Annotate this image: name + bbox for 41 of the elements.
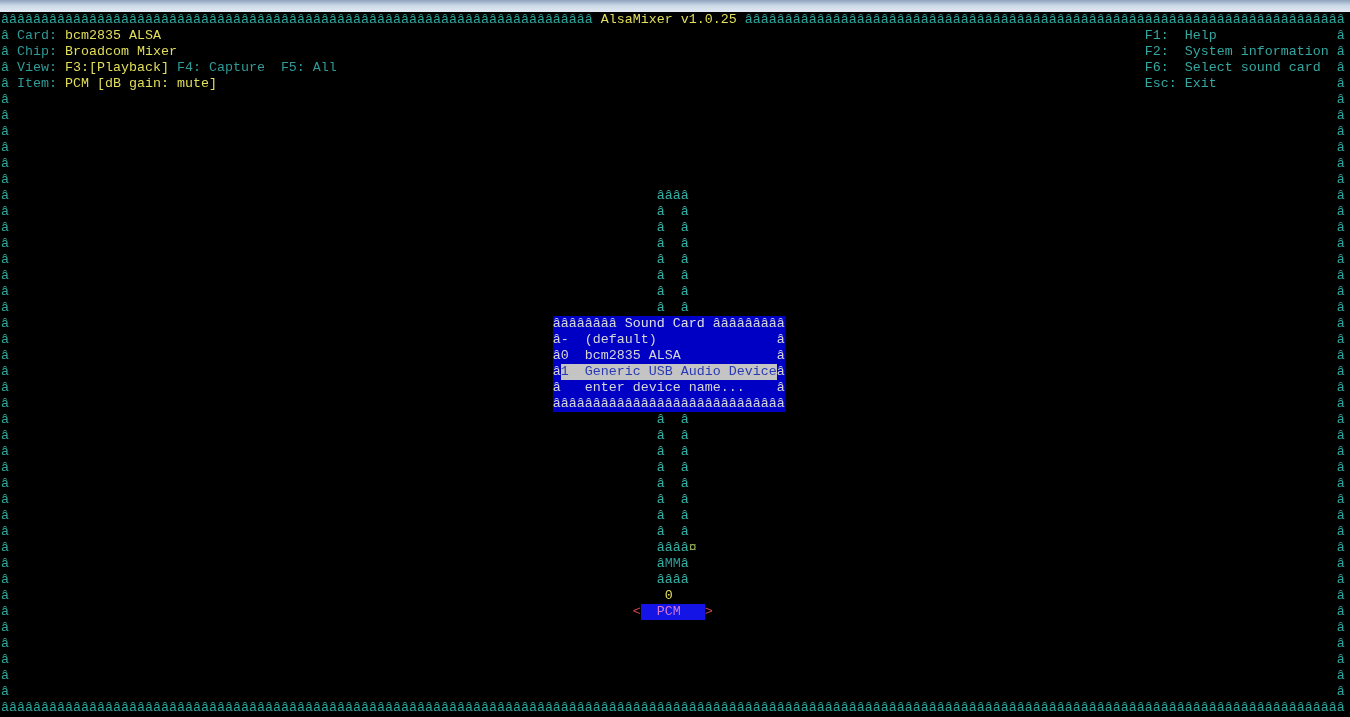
dialog-border: ââââââââ: [552, 316, 617, 332]
help-action: Help: [1184, 28, 1218, 44]
window-title: AlsaMixer v1.0.25: [600, 12, 737, 28]
view-tab[interactable]: F3:[Playback]: [64, 60, 169, 76]
control-name-tab[interactable]: PCM: [640, 604, 705, 620]
help-action: Select sound card: [1184, 60, 1322, 76]
volume-bar-frame: â: [656, 556, 665, 572]
right-arrow[interactable]: >: [704, 604, 713, 620]
volume-bar-frame: ââââ â â â â â â â â â â â â â â: [656, 188, 689, 316]
dialog-border: ââââ: [776, 332, 785, 396]
help-action: Exit: [1184, 76, 1218, 92]
frame-border: ââââââââââââââââââââââââââââââââââââââââââââââââââââââââââââââââââââââââââ: [1, 12, 593, 28]
info-label: Card:: [16, 28, 58, 44]
frame-border: âââââââââââââââââââââââââââââââââââââââââââââââââââââââââââââââââââââââââââ: [744, 12, 1345, 28]
left-arrow[interactable]: <: [632, 604, 641, 620]
sound-card-option[interactable]: enter device name...: [560, 380, 777, 396]
dialog-title: Sound Card: [624, 316, 705, 332]
mute-indicator: MM: [664, 556, 681, 572]
frame-border: ââââââââââââââââââââââââââââââââââââââââââââââââââââââââââââââââââââââââââââââââââââââââââââââââââââââââââââââââââââââââââââââââââââââââââââââââââââââââââââââââââââââââ: [1, 700, 1345, 716]
key-label: Esc:: [1144, 76, 1178, 92]
sound-card-option[interactable]: 0 bcm2835 ALSA: [560, 348, 777, 364]
key-label: F6:: [1144, 60, 1170, 76]
dialog-border: âââââââââ: [712, 316, 785, 332]
volume-bar-frame: ââââ: [656, 572, 689, 588]
info-value: Broadcom Mixer: [64, 44, 177, 60]
info-label: Chip:: [16, 44, 58, 60]
gauge-marker: ¤: [688, 540, 697, 556]
info-label: View:: [16, 60, 58, 76]
volume-value: 0: [664, 588, 673, 604]
key-label: F2:: [1144, 44, 1170, 60]
info-value: PCM [dB gain: mute]: [64, 76, 217, 92]
help-action: System information: [1184, 44, 1329, 60]
key-label: F1:: [1144, 28, 1170, 44]
volume-bar-frame: â: [680, 556, 689, 572]
frame-border: ââââââââââââââââââââââââââââââââââââââââââ: [1336, 28, 1345, 700]
dialog-border: âââââââââââââââââââââââââââââ: [552, 396, 785, 412]
view-tab[interactable]: F5: All: [280, 60, 345, 76]
info-label: Item:: [16, 76, 58, 92]
view-tab[interactable]: F4: Capture: [176, 60, 273, 76]
info-value: bcm2835 ALSA: [64, 28, 161, 44]
sound-card-option[interactable]: - (default): [560, 332, 777, 348]
